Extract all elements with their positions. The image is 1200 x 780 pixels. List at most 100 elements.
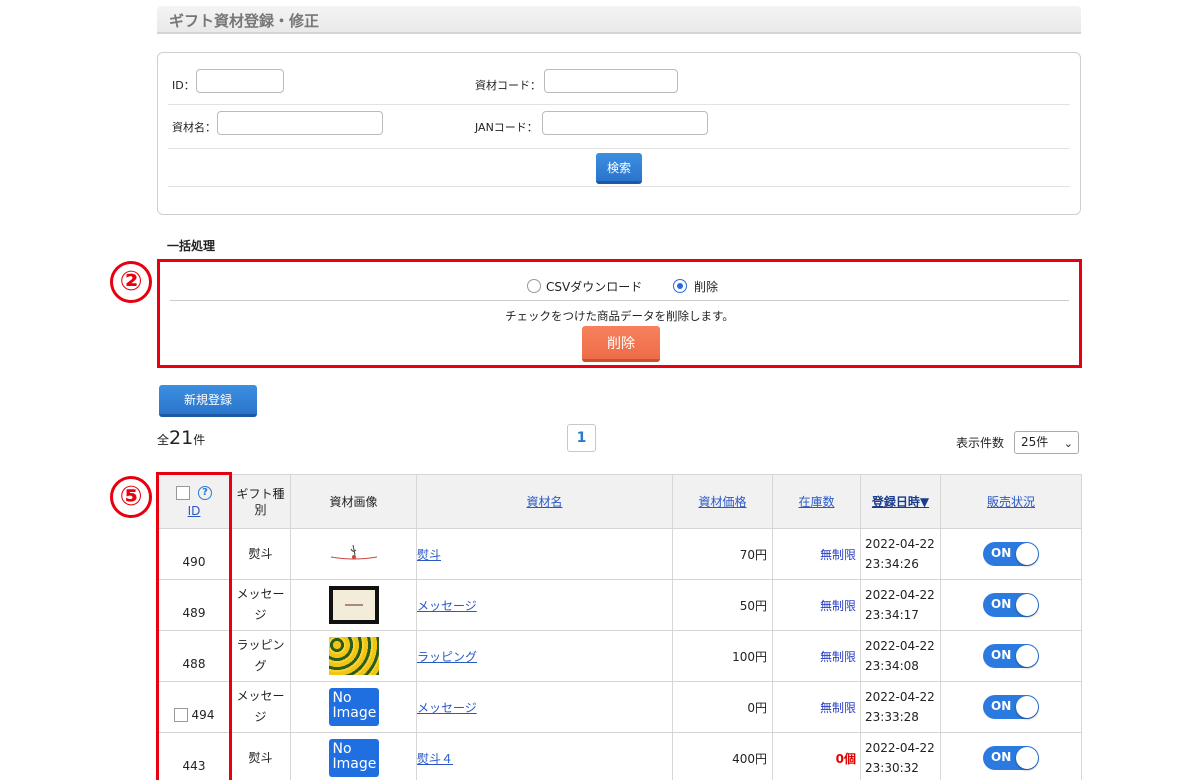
code-input[interactable] (544, 69, 678, 93)
row-name-link[interactable]: メッセージ (417, 599, 477, 613)
row-stock[interactable]: 無制限 (820, 599, 856, 613)
row-date-time: 23:33:28 (865, 710, 919, 724)
no-image: No Image (328, 688, 379, 726)
row-price: 70円 (672, 528, 773, 580)
sort-stock-link[interactable]: 在庫数 (798, 495, 834, 509)
row-date: 2022-04-22 23:34:08 (860, 630, 941, 682)
row-name-link[interactable]: ラッピング (417, 650, 477, 664)
bulk-description: チェックをつけた商品データを削除します。 (505, 309, 734, 323)
row-type: ラッピング (230, 630, 291, 682)
total-number: 21 (169, 427, 194, 449)
name-label: 資材名： (172, 121, 216, 134)
row-type: 熨斗 (230, 528, 291, 580)
row-stock[interactable]: 無制限 (820, 548, 856, 562)
toggle-knob (1016, 696, 1038, 718)
table-row: 488 ラッピング ラッピング 100円 無制限 2022-04-22 23:34… (157, 630, 1082, 682)
radio-delete[interactable] (673, 279, 687, 293)
table-header-row: ? ID ギフト種別 資材画像 資材名 資材価格 在庫数 登録日時▼ 販売状況 (157, 474, 1082, 529)
table-row: 490 熨斗 熨斗 70円 無制限 2022-04-22 23:34:26 ON (157, 528, 1082, 580)
jan-label: JANコード： (475, 121, 538, 134)
row-date-time: 23:34:08 (865, 659, 919, 673)
id-label: ID： (172, 79, 195, 92)
total-suffix: 件 (193, 433, 206, 447)
row-stock[interactable]: 無制限 (820, 650, 856, 664)
id-input[interactable] (196, 69, 284, 93)
message-card-image (328, 586, 379, 624)
row-price: 0円 (672, 681, 773, 733)
new-register-button[interactable]: 新規登録 (159, 385, 257, 417)
page-header: ギフト資材登録・修正 (157, 6, 1081, 34)
annotation-number-2: ② (110, 261, 152, 303)
radio-csv-label[interactable]: CSVダウンロード (546, 278, 642, 295)
toggle-knob (1016, 543, 1038, 565)
toggle-label: ON (991, 597, 1012, 611)
row-date-time: 23:30:32 (865, 761, 919, 775)
noshi-image (328, 535, 379, 573)
radio-csv[interactable] (527, 279, 541, 293)
search-button[interactable]: 検索 (596, 153, 642, 184)
sort-price-link[interactable]: 資材価格 (698, 495, 746, 509)
row-stock[interactable]: 無制限 (820, 701, 856, 715)
code-label: 資材コード： (475, 79, 541, 92)
sort-status-link[interactable]: 販売状況 (987, 495, 1035, 509)
no-image: No Image (328, 739, 379, 777)
search-row-1: ID： 資材コード： (168, 61, 1070, 105)
row-price: 50円 (672, 579, 773, 631)
table-row: 489 メッセージ メッセージ 50円 無制限 2022-04-22 23:34:… (157, 579, 1082, 631)
row-date: 2022-04-22 23:33:28 (860, 681, 941, 733)
row-date-day: 2022-04-22 (865, 639, 935, 653)
row-name-link[interactable]: 熨斗４ (417, 752, 453, 766)
row-type: メッセージ (230, 681, 291, 733)
status-toggle[interactable]: ON (983, 746, 1039, 770)
chevron-down-icon: ⌄ (1063, 437, 1073, 450)
bulk-section-title: 一括処理 (167, 239, 216, 253)
row-date-time: 23:34:26 (865, 557, 919, 571)
total-count: 全21件 (157, 427, 205, 449)
search-panel: ID： 資材コード： 資材名： JANコード： 検索 (157, 52, 1081, 215)
row-date: 2022-04-22 23:34:17 (860, 579, 941, 631)
sunflower-image (328, 637, 379, 675)
per-page-select[interactable]: 25件 ⌄ (1014, 431, 1079, 454)
page-button-1[interactable]: 1 (567, 424, 596, 452)
toggle-label: ON (991, 648, 1012, 662)
sort-name-link[interactable]: 資材名 (526, 495, 562, 509)
sort-date-link[interactable]: 登録日時▼ (872, 495, 929, 509)
toggle-label: ON (991, 699, 1012, 713)
toggle-label: ON (991, 750, 1012, 764)
toggle-knob (1016, 747, 1038, 769)
materials-table: ? ID ギフト種別 資材画像 資材名 資材価格 在庫数 登録日時▼ 販売状況 … (157, 474, 1082, 780)
row-price: 100円 (672, 630, 773, 682)
row-stock: 0個 (835, 751, 856, 766)
bulk-radio-row: CSVダウンロード 削除 (170, 270, 1069, 301)
row-type: メッセージ (230, 579, 291, 631)
annotation-number-5: ⑤ (110, 476, 152, 518)
search-row-2: 資材名： JANコード： (168, 105, 1070, 149)
header-type: ギフト種別 (230, 474, 291, 529)
row-date-time: 23:34:17 (865, 608, 919, 622)
jan-input[interactable] (542, 111, 708, 135)
status-toggle[interactable]: ON (983, 644, 1039, 668)
annotation-box-id-column (156, 472, 232, 780)
page-title: ギフト資材登録・修正 (169, 12, 320, 30)
status-toggle[interactable]: ON (983, 542, 1039, 566)
search-row-3: 検索 (168, 149, 1070, 187)
header-image: 資材画像 (290, 474, 417, 529)
row-price: 400円 (672, 732, 773, 780)
status-toggle[interactable]: ON (983, 695, 1039, 719)
table-row: 494 メッセージ No Image メッセージ 0円 無制限 2022-04-… (157, 681, 1082, 733)
per-page-value: 25件 (1021, 435, 1049, 449)
row-date-day: 2022-04-22 (865, 537, 935, 551)
toggle-knob (1016, 594, 1038, 616)
row-name-link[interactable]: メッセージ (417, 701, 477, 715)
row-date: 2022-04-22 23:30:32 (860, 732, 941, 780)
row-date-day: 2022-04-22 (865, 690, 935, 704)
row-name-link[interactable]: 熨斗 (417, 548, 441, 562)
bulk-panel: CSVダウンロード 削除 チェックをつけた商品データを削除します。 削除 (157, 259, 1082, 368)
name-input[interactable] (217, 111, 383, 135)
radio-delete-label[interactable]: 削除 (694, 278, 718, 295)
table-row: 443 熨斗 No Image 熨斗４ 400円 0個 2022-04-22 23… (157, 732, 1082, 780)
toggle-label: ON (991, 546, 1012, 560)
status-toggle[interactable]: ON (983, 593, 1039, 617)
row-date-day: 2022-04-22 (865, 588, 935, 602)
bulk-delete-button[interactable]: 削除 (582, 326, 660, 362)
